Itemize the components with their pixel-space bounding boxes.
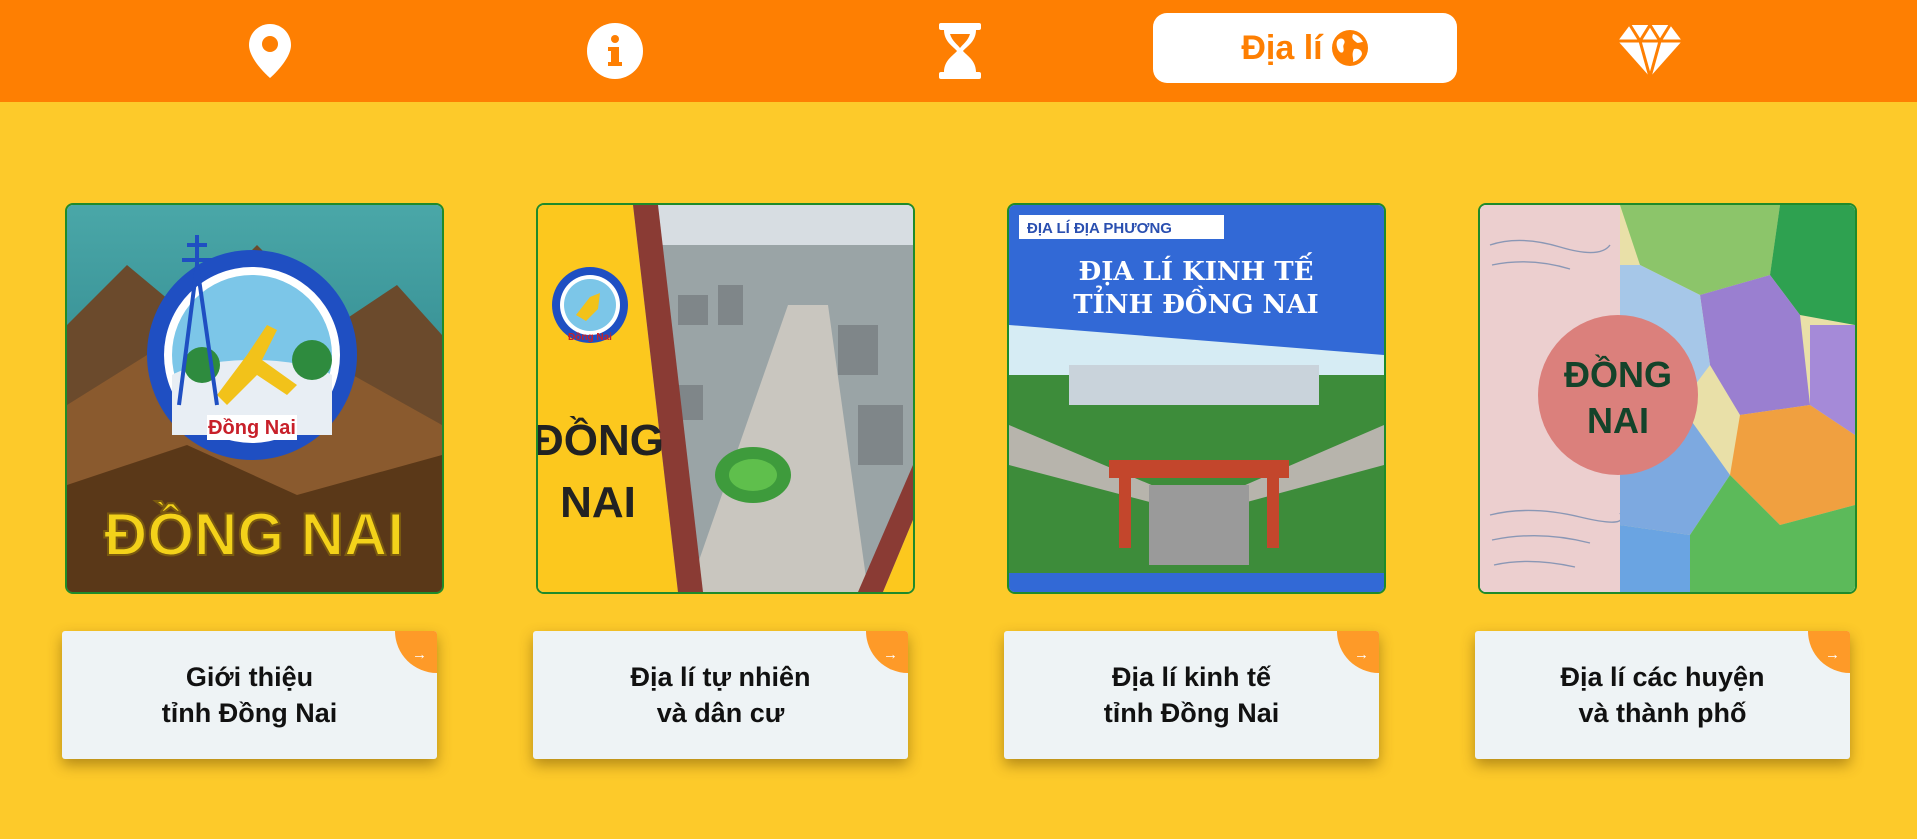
card3-title-line1: ĐỊA LÍ KINH TẾ — [1079, 252, 1314, 287]
card2-title-line2: NAI — [560, 478, 636, 527]
card1-title-text: ĐỒNG NAI — [104, 501, 404, 568]
arrow-right-icon: → — [1808, 631, 1850, 673]
info-icon — [587, 23, 643, 79]
card4-title-line1: ĐỒNG — [1564, 353, 1672, 395]
card2-label-line1: Địa lí tự nhiên — [630, 662, 811, 692]
card-image-introduction[interactable]: Đồng Nai ĐỒNG NAI — [65, 203, 444, 594]
nav-location[interactable] — [230, 0, 310, 102]
card1-label-line1: Giới thiệu — [185, 662, 314, 692]
card2-label-line2: và dân cư — [656, 698, 785, 728]
card4-label-line2: và thành phố — [1578, 698, 1747, 728]
card-image-natural-geography[interactable]: Đồng Nai ĐỒNG NAI — [536, 203, 915, 594]
card-label-natural-geography[interactable]: Địa lí tự nhiên và dân cư → — [533, 631, 908, 759]
nav-geography-label: Địa lí — [1241, 28, 1323, 67]
arrow-right-icon: → — [395, 631, 437, 673]
nav-info[interactable] — [575, 0, 655, 102]
card4-title-line2: NAI — [1587, 400, 1649, 441]
card-image-districts-geography[interactable]: ĐỒNG NAI — [1478, 203, 1857, 594]
nav-geography-active[interactable]: Địa lí — [1153, 13, 1457, 83]
card3-tag-text: ĐỊA LÍ ĐỊA PHƯƠNG — [1027, 220, 1172, 237]
nav-history[interactable] — [920, 0, 1000, 102]
card2-title-line1: ĐỒNG — [538, 415, 664, 465]
hourglass-icon — [939, 23, 981, 79]
globe-icon — [1331, 30, 1368, 66]
card4-label-line1: Địa lí các huyện — [1560, 662, 1765, 692]
arrow-right-icon: → — [866, 631, 908, 673]
card3-title-line2: TỈNH ĐỒNG NAI — [1073, 285, 1318, 320]
diamond-icon — [1618, 23, 1682, 79]
arrow-right-icon: → — [1337, 631, 1379, 673]
card2-logo-text: Đồng Nai — [568, 331, 612, 343]
card-label-economic-geography[interactable]: Địa lí kinh tế tỉnh Đồng Nai → — [1004, 631, 1379, 759]
card-label-districts-geography[interactable]: Địa lí các huyện và thành phố → — [1475, 631, 1850, 759]
card-label-introduction[interactable]: Giới thiệu tỉnh Đồng Nai → — [62, 631, 437, 759]
card1-label-line2: tỉnh Đồng Nai — [161, 698, 338, 728]
card-image-economic-geography[interactable]: ĐỊA LÍ ĐỊA PHƯƠNG ĐỊA LÍ KINH TẾ TỈNH ĐỒ… — [1007, 203, 1386, 594]
top-nav-bar: Địa lí — [0, 0, 1917, 102]
card3-label-line2: tỉnh Đồng Nai — [1103, 698, 1280, 728]
nav-culture[interactable] — [1610, 0, 1690, 102]
card3-label-line1: Địa lí kinh tế — [1111, 662, 1272, 692]
map-pin-icon — [249, 24, 291, 78]
card1-logo-text: Đồng Nai — [208, 417, 296, 439]
